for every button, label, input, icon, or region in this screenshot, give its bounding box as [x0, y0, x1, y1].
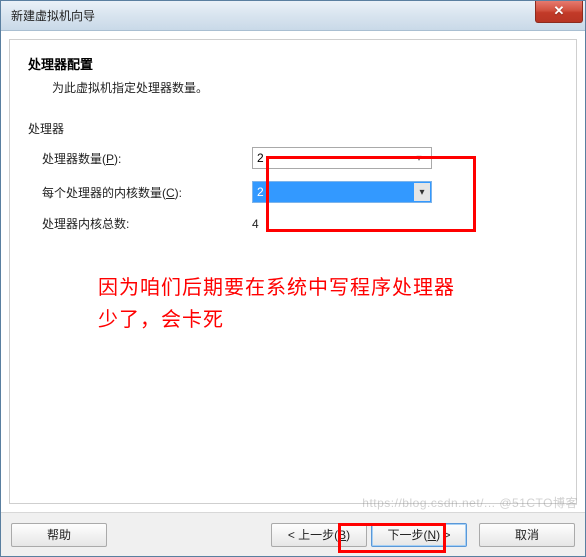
annotation-text: 因为咱们后期要在系统中写程序处理器少了，会卡死 [98, 272, 458, 336]
page-heading: 处理器配置 [28, 54, 558, 73]
row-processor-count: 处理器数量(P): 2 ▾ [28, 147, 558, 169]
label-total-cores: 处理器内核总数: [42, 215, 252, 232]
dropdown-cores-per-processor[interactable]: 2 ▾ [252, 181, 432, 203]
close-icon: ✕ [554, 3, 565, 19]
label-processor-count: 处理器数量(P): [42, 150, 252, 167]
chevron-down-icon: ▾ [411, 153, 427, 164]
row-cores-per-processor: 每个处理器的内核数量(C): 2 ▾ [28, 181, 558, 203]
cancel-button[interactable]: 取消 [479, 523, 575, 547]
dropdown-processor-count[interactable]: 2 ▾ [252, 147, 432, 169]
content-panel: 处理器配置 为此虚拟机指定处理器数量。 处理器 处理器数量(P): 2 ▾ 每个… [9, 39, 577, 504]
titlebar: 新建虚拟机向导 ✕ [1, 1, 585, 31]
button-bar: 帮助 < 上一步(B) 下一步(N) > 取消 [1, 512, 585, 556]
value-total-cores: 4 [252, 217, 259, 231]
next-button[interactable]: 下一步(N) > [371, 523, 467, 547]
dropdown-value: 2 [257, 185, 264, 199]
wizard-window: 新建虚拟机向导 ✕ 处理器配置 为此虚拟机指定处理器数量。 处理器 处理器数量(… [0, 0, 586, 557]
page-subheading: 为此虚拟机指定处理器数量。 [52, 79, 558, 96]
close-button[interactable]: ✕ [535, 1, 583, 23]
watermark: https://blog.csdn.net/... @51CTO博客 [362, 494, 578, 511]
row-total-cores: 处理器内核总数: 4 [28, 215, 558, 232]
chevron-down-icon: ▾ [414, 183, 430, 201]
window-title: 新建虚拟机向导 [11, 7, 95, 24]
back-button[interactable]: < 上一步(B) [271, 523, 367, 547]
dropdown-value: 2 [257, 151, 264, 165]
help-button[interactable]: 帮助 [11, 523, 107, 547]
label-cores-per-processor: 每个处理器的内核数量(C): [42, 184, 252, 201]
section-label: 处理器 [28, 120, 558, 137]
